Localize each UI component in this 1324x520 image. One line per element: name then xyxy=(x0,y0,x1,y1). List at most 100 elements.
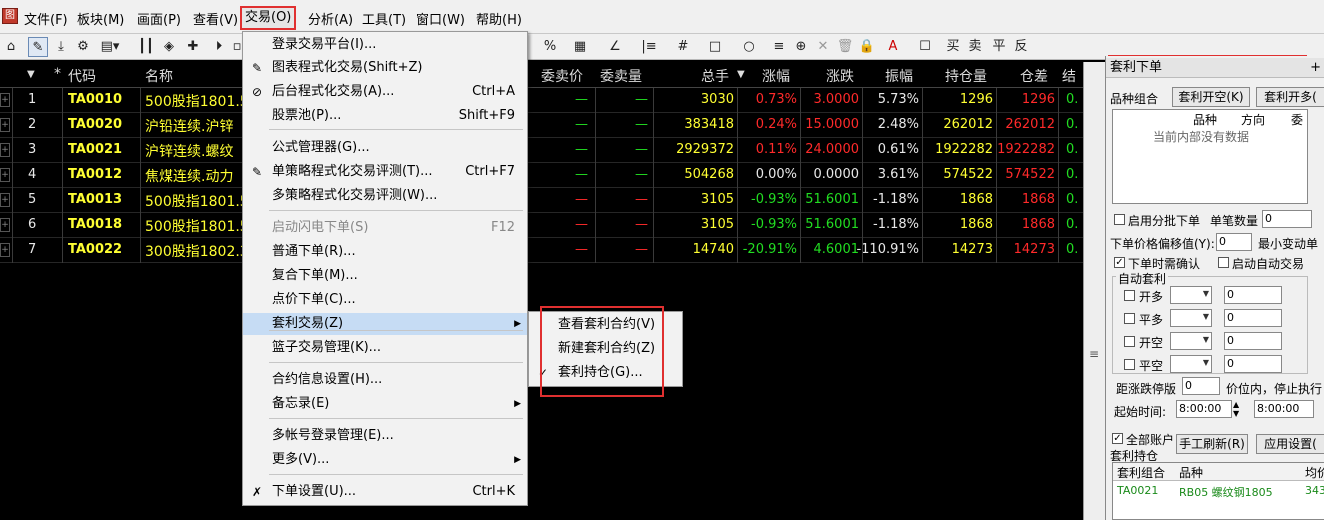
angle-icon[interactable]: ∠ xyxy=(604,37,626,57)
menu-view-page[interactable]: 画面(P) xyxy=(137,9,181,28)
menu-sector[interactable]: 板块(M) xyxy=(77,9,124,28)
row-expand-icon[interactable]: + xyxy=(0,93,10,107)
table-icon[interactable]: ▤▾ xyxy=(96,37,124,57)
header-name[interactable]: 名称 xyxy=(145,66,173,86)
play-icon[interactable]: ⏵ xyxy=(210,37,228,57)
reverse-button[interactable]: 反 xyxy=(1012,37,1030,57)
header-open-interest[interactable]: 持仓量 xyxy=(945,66,987,86)
header-amplitude[interactable]: 振幅 xyxy=(885,66,913,86)
limit-input[interactable]: 0 xyxy=(1182,377,1220,395)
menu-item-arbitrage-trade[interactable]: 套利交易(Z) ▶ xyxy=(243,313,527,335)
all-accounts-checkbox[interactable]: ✓ xyxy=(1112,433,1123,444)
header-change[interactable]: 涨跌 xyxy=(826,66,854,86)
header-pct[interactable]: 涨幅 xyxy=(762,66,790,86)
start-time-spinner[interactable]: ▲ ▼ xyxy=(1233,400,1239,418)
lightning-icon[interactable]: ✚ xyxy=(184,37,202,57)
start-time-input[interactable]: 8:00:00 xyxy=(1176,400,1232,418)
row-expand-icon[interactable]: + xyxy=(0,243,10,257)
menu-item-stock-pool[interactable]: 股票池(P)... Shift+F9 xyxy=(243,105,527,127)
row-expand-icon[interactable]: + xyxy=(0,218,10,232)
pin-icon[interactable]: + xyxy=(1310,58,1321,78)
header-code[interactable]: 代码 xyxy=(68,66,96,86)
diamond-icon[interactable]: ◈ xyxy=(160,37,178,57)
menu-item-normal-order[interactable]: 普通下单(R)... xyxy=(243,241,527,263)
font-color-icon[interactable]: A xyxy=(882,37,904,57)
hash-icon[interactable]: # xyxy=(672,37,694,57)
open-short-combo[interactable] xyxy=(1170,332,1212,350)
grid-splitter[interactable]: ≡ xyxy=(1083,62,1105,520)
menu-window[interactable]: 窗口(W) xyxy=(416,9,465,28)
header-star[interactable]: * xyxy=(54,66,61,82)
menu-item-multi-strategy-eval[interactable]: 多策略程式化交易评测(W)... xyxy=(243,185,527,207)
menu-item-compound-order[interactable]: 复合下单(M)... xyxy=(243,265,527,287)
table-row[interactable]: +2 TA0020 沪铅连续.沪锌 — — 383418 0.24% 15.0000 2.48%… xyxy=(0,113,1083,138)
frame-icon[interactable]: ☐ xyxy=(914,37,936,57)
menu-tools[interactable]: 工具(T) xyxy=(362,9,406,28)
menu-help[interactable]: 帮助(H) xyxy=(476,9,522,28)
open-long-input[interactable]: 0 xyxy=(1224,286,1282,304)
close-long-input[interactable]: 0 xyxy=(1224,309,1282,327)
gear-icon[interactable]: ⚙ xyxy=(74,37,92,57)
percent-icon[interactable]: % xyxy=(540,37,560,57)
open-short-button[interactable]: 套利开空(K) xyxy=(1172,87,1250,107)
menu-trade[interactable]: 交易(O) xyxy=(240,6,297,30)
ruler-icon[interactable]: ✎ xyxy=(28,37,48,57)
row-expand-icon[interactable]: + xyxy=(0,143,10,157)
menu-item-memo[interactable]: 备忘录(E) ▶ xyxy=(243,393,527,415)
open-short-checkbox[interactable] xyxy=(1124,336,1135,347)
close-long-checkbox[interactable] xyxy=(1124,313,1135,324)
single-qty-input[interactable]: 0 xyxy=(1262,210,1312,228)
menu-item-login-trade-platform[interactable]: 登录交易平台(I)... xyxy=(243,34,527,56)
grid-icon[interactable]: ▦ xyxy=(566,37,594,57)
sell-button[interactable]: 卖 xyxy=(966,37,984,57)
table-row[interactable]: +1 TA0010 500股指1801.5 — — 3030 0.73% 3.0000 5.73… xyxy=(0,88,1083,113)
header-settle[interactable]: 结 xyxy=(1062,66,1076,86)
row-expand-icon[interactable]: + xyxy=(0,193,10,207)
close-position-button[interactable]: 平 xyxy=(990,37,1008,57)
menu-item-chart-program-trade[interactable]: ✎ 图表程式化交易(Shift+Z) xyxy=(243,57,527,79)
rect-icon[interactable]: □ xyxy=(704,37,726,57)
menu-item-contract-info[interactable]: 合约信息设置(H)... xyxy=(243,369,527,391)
menu-item-click-price-order[interactable]: 点价下单(C)... xyxy=(243,289,527,311)
open-long-combo[interactable] xyxy=(1170,286,1212,304)
menu-item-flash-order[interactable]: 启动闪电下单(S) F12 xyxy=(243,217,527,239)
more-icon[interactable]: ▫ xyxy=(232,37,242,57)
header-oi-diff[interactable]: 仓差 xyxy=(1020,66,1048,86)
table-row[interactable]: +6 TA0018 500股指1801.5 — — 3105 -0.93% 51.6001 -1… xyxy=(0,213,1083,238)
position-table[interactable]: 套利组合 品种 均价 TA0021 RB05 螺纹钢1805 3433 xyxy=(1112,462,1324,520)
offset-input[interactable]: 0 xyxy=(1216,233,1252,251)
close-short-checkbox[interactable] xyxy=(1124,359,1135,370)
confirm-checkbox[interactable]: ✓ xyxy=(1114,257,1125,268)
open-long-checkbox[interactable] xyxy=(1124,290,1135,301)
table-row[interactable]: +7 TA0022 300股指1802.3 — — 14740 -20.91% 4.6001-… xyxy=(0,238,1083,263)
menu-file[interactable]: 文件(F) xyxy=(24,9,68,28)
buy-button[interactable]: 买 xyxy=(944,37,962,57)
candle-icon[interactable]: ┃┃ xyxy=(134,37,158,57)
menu-analysis[interactable]: 分析(A) xyxy=(308,9,353,28)
auto-trade-checkbox[interactable] xyxy=(1218,257,1229,268)
header-volume[interactable]: 总手 xyxy=(701,66,729,86)
open-long-button[interactable]: 套利开多( xyxy=(1256,87,1324,107)
refresh-button[interactable]: 手工刷新(R) xyxy=(1176,434,1248,454)
table-row[interactable]: +5 TA0013 500股指1801.5 — — 3105 -0.93% 51.6001 -1… xyxy=(0,188,1083,213)
apply-settings-button[interactable]: 应用设置( xyxy=(1256,434,1324,454)
menu-item-formula-manager[interactable]: 公式管理器(G)... xyxy=(243,137,527,159)
order-list[interactable]: 品种 方向 委 当前内部没有数据 xyxy=(1112,109,1308,204)
close-long-combo[interactable] xyxy=(1170,309,1212,327)
table-row[interactable]: +4 TA0012 焦煤连续.动力 — — 504268 0.00% 0.0000 3.61% 5… xyxy=(0,163,1083,188)
end-time-input[interactable]: 8:00:00 xyxy=(1254,400,1314,418)
header-ask[interactable]: 委卖价 xyxy=(541,66,583,86)
delete-icon[interactable]: ✕ xyxy=(814,37,832,57)
copy-icon[interactable]: ⊕ xyxy=(792,37,810,57)
row-expand-icon[interactable]: + xyxy=(0,168,10,182)
lines-icon[interactable]: ≡ xyxy=(770,37,788,57)
menu-item-more[interactable]: 更多(V)... ▶ xyxy=(243,449,527,471)
close-short-combo[interactable] xyxy=(1170,355,1212,373)
app-logo-icon[interactable]: 图 xyxy=(2,8,18,24)
table-row[interactable]: +3 TA0021 沪锌连续.螺纹 — — 2929372 0.11% 24.0000 0.61… xyxy=(0,138,1083,163)
menu-item-background-program-trade[interactable]: ⊘ 后台程式化交易(A)... Ctrl+A xyxy=(243,81,527,103)
sort-icon[interactable]: ▼ xyxy=(27,69,35,80)
open-short-input[interactable]: 0 xyxy=(1224,332,1282,350)
menu-view[interactable]: 查看(V) xyxy=(193,9,238,28)
close-short-input[interactable]: 0 xyxy=(1224,355,1282,373)
